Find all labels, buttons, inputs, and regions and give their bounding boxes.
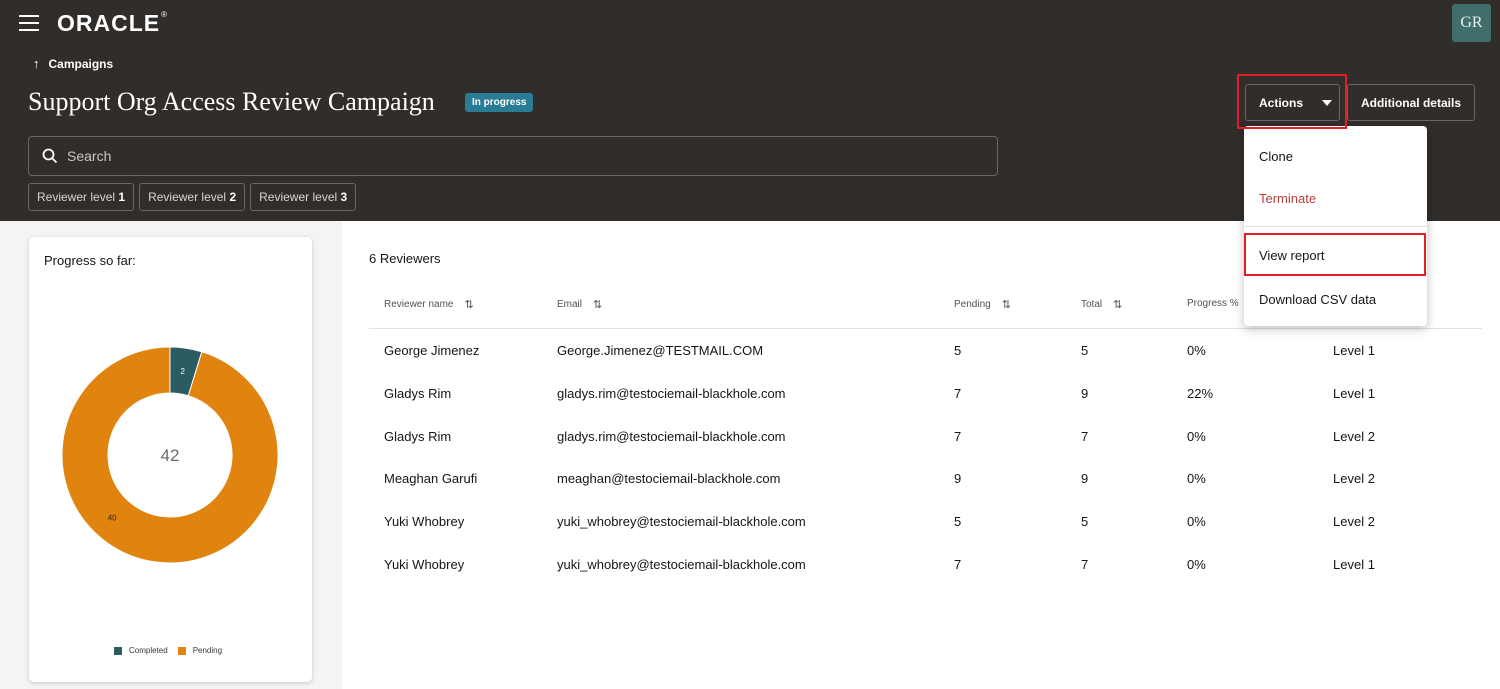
cell-progress: 0%: [1187, 557, 1206, 572]
cell-reviewer-name: Yuki Whobrey: [384, 557, 465, 572]
caret-down-icon: [1322, 99, 1333, 106]
table-row[interactable]: Gladys Rim gladys.rim@testociemail-black…: [369, 372, 1482, 414]
menu-divider: [1244, 226, 1427, 227]
sort-icon[interactable]: ⇅: [1113, 298, 1122, 311]
filter-reviewer-level-2[interactable]: Reviewer level 2: [139, 183, 246, 211]
cell-total: 5: [1081, 514, 1089, 529]
cell-level: Level 1: [1333, 557, 1375, 572]
search-icon: [42, 148, 58, 164]
avatar[interactable]: GR: [1452, 4, 1491, 42]
filter-reviewer-level-1[interactable]: Reviewer level 1: [28, 183, 135, 211]
menu-item-view-report[interactable]: View report: [1259, 248, 1325, 263]
progress-card-title: Progress so far:: [44, 253, 136, 268]
progress-card: Progress so far: 2 40 42 Completed Pendin…: [29, 237, 312, 682]
cell-reviewer-name: Yuki Whobrey: [384, 514, 465, 529]
cell-reviewer-name: Gladys Rim: [384, 386, 452, 401]
cell-level: Level 2: [1333, 514, 1375, 529]
cell-pending: 7: [954, 429, 962, 444]
table-row[interactable]: Gladys Rim gladys.rim@testociemail-black…: [369, 415, 1482, 457]
cell-total: 5: [1081, 343, 1089, 358]
status-badge: In progress: [465, 93, 534, 112]
cell-level: Level 2: [1333, 429, 1375, 444]
search-input[interactable]: [67, 148, 947, 164]
menu-item-clone[interactable]: Clone: [1259, 149, 1293, 164]
column-header-pending[interactable]: Pending ⇅: [954, 298, 1011, 311]
legend-swatch-pending: [177, 646, 186, 655]
cell-progress: 0%: [1187, 429, 1206, 444]
chart-legend: Completed Pending: [114, 646, 232, 655]
additional-details-button[interactable]: Additional details: [1347, 84, 1475, 121]
cell-pending: 7: [954, 557, 962, 572]
legend-item-pending[interactable]: Pending: [177, 646, 222, 655]
cell-reviewer-name: Meaghan Garufi: [384, 471, 478, 486]
cell-email: gladys.rim@testociemail-blackhole.com: [557, 386, 786, 401]
table-row[interactable]: Yuki Whobrey yuki_whobrey@testociemail-b…: [369, 500, 1482, 542]
cell-reviewer-name: Gladys Rim: [384, 429, 452, 444]
cell-total: 7: [1081, 557, 1089, 572]
column-header-reviewer-name[interactable]: Reviewer name ⇅: [384, 298, 474, 311]
donut-label-pending: 40: [108, 513, 117, 522]
column-header-email[interactable]: Email ⇅: [557, 298, 602, 311]
sort-icon[interactable]: ⇅: [1002, 298, 1011, 311]
table-row[interactable]: George Jimenez George.Jimenez@TESTMAIL.C…: [369, 329, 1482, 371]
cell-pending: 5: [954, 514, 962, 529]
cell-pending: 7: [954, 386, 962, 401]
breadcrumb-label: Campaigns: [48, 56, 114, 71]
reviewer-count: 6 Reviewers: [369, 251, 441, 266]
cell-email: yuki_whobrey@testociemail-blackhole.com: [557, 514, 806, 529]
cell-total: 9: [1081, 386, 1089, 401]
table-row[interactable]: Meaghan Garufi meaghan@testociemail-blac…: [369, 457, 1482, 499]
cell-progress: 0%: [1187, 471, 1206, 486]
cell-reviewer-name: George Jimenez: [384, 343, 480, 358]
cell-progress: 0%: [1187, 514, 1206, 529]
page-title: Support Org Access Review Campaign: [28, 87, 435, 116]
sort-icon[interactable]: ⇅: [593, 298, 602, 311]
arrow-up-icon: ↑: [33, 56, 40, 71]
cell-total: 7: [1081, 429, 1089, 444]
cell-email: meaghan@testociemail-blackhole.com: [557, 471, 781, 486]
actions-dropdown-menu: Clone Terminate View report Download CSV…: [1244, 126, 1427, 326]
search-bar[interactable]: [28, 136, 998, 176]
cell-pending: 5: [954, 343, 962, 358]
donut-center-total: 42: [161, 446, 180, 465]
cell-total: 9: [1081, 471, 1089, 486]
reviewer-level-filters: Reviewer level 1 Reviewer level 2 Review…: [28, 183, 361, 211]
filter-reviewer-level-3[interactable]: Reviewer level 3: [250, 183, 357, 211]
cell-level: Level 2: [1333, 471, 1375, 486]
legend-swatch-completed: [114, 646, 122, 655]
cell-level: Level 1: [1333, 386, 1375, 401]
cell-email: yuki_whobrey@testociemail-blackhole.com: [557, 557, 806, 572]
cell-email: George.Jimenez@TESTMAIL.COM: [557, 343, 764, 358]
menu-item-terminate[interactable]: Terminate: [1259, 191, 1316, 206]
donut-label-completed: 2: [180, 367, 185, 376]
column-header-progress[interactable]: Progress %: [1187, 298, 1239, 309]
actions-button-label: Actions: [1259, 95, 1304, 110]
breadcrumb[interactable]: ↑ Campaigns: [33, 56, 113, 71]
progress-donut-chart: 2 40 42: [61, 346, 279, 564]
actions-button[interactable]: Actions: [1245, 84, 1340, 121]
hamburger-menu-icon[interactable]: [19, 15, 39, 31]
table-row[interactable]: Yuki Whobrey yuki_whobrey@testociemail-b…: [369, 543, 1482, 585]
menu-item-download-csv[interactable]: Download CSV data: [1259, 292, 1376, 307]
cell-progress: 22%: [1187, 386, 1214, 401]
cell-progress: 0%: [1187, 343, 1206, 358]
cell-email: gladys.rim@testociemail-blackhole.com: [557, 429, 786, 444]
cell-pending: 9: [954, 471, 962, 486]
column-header-total[interactable]: Total ⇅: [1081, 298, 1122, 311]
legend-item-completed[interactable]: Completed: [114, 646, 168, 655]
cell-level: Level 1: [1333, 343, 1375, 358]
oracle-logo[interactable]: ORACLE®: [57, 10, 168, 37]
sort-icon[interactable]: ⇅: [464, 298, 473, 311]
